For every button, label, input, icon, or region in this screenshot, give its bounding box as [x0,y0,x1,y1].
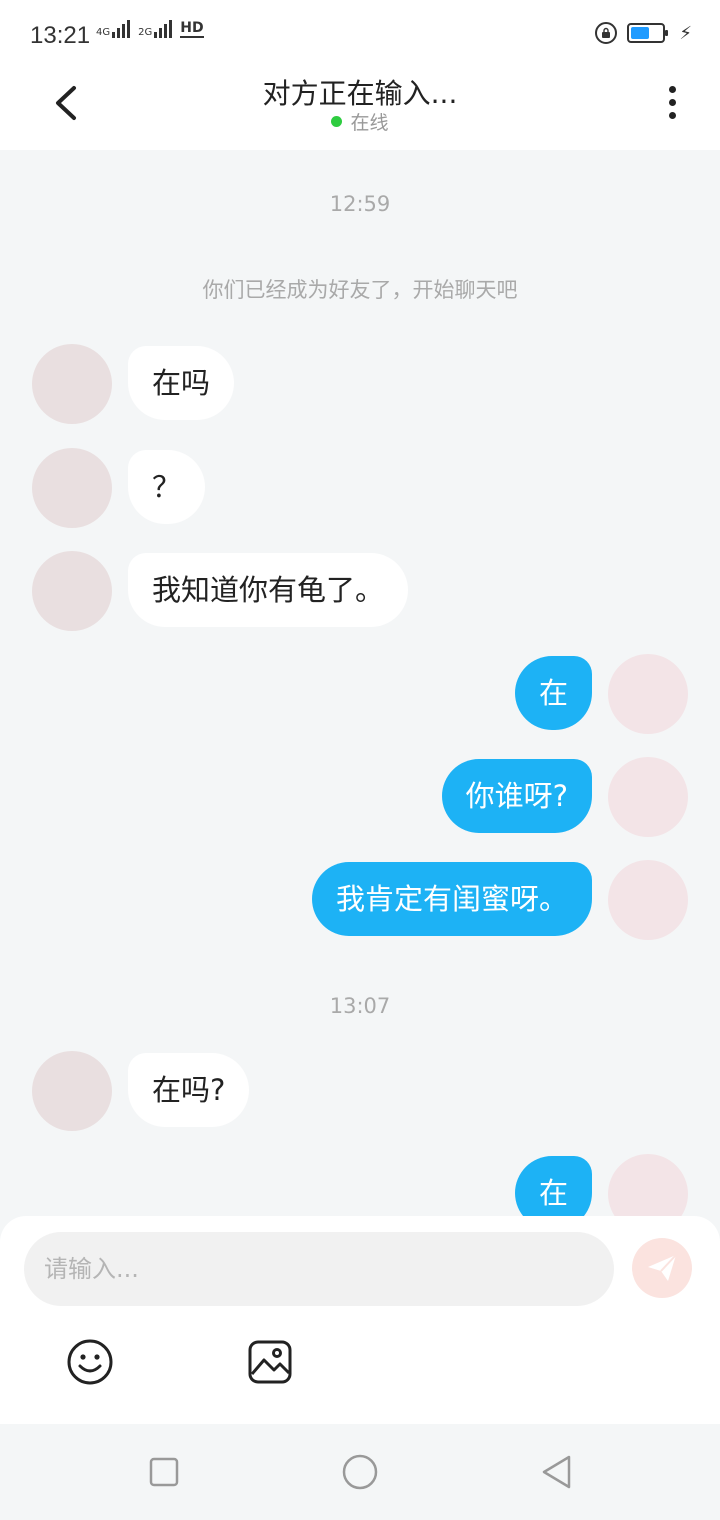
composer-panel: 请输入... [0,1216,720,1424]
square-icon [149,1457,179,1487]
chat-header: 对方正在输入... 在线 [0,64,720,150]
triangle-back-icon [542,1455,571,1489]
avatar[interactable] [32,1051,112,1131]
message-bubble[interactable]: 你谁呀? [441,759,592,833]
send-button[interactable] [632,1238,692,1298]
message-bubble[interactable]: ？ [128,450,206,524]
message-input[interactable]: 请输入... [24,1232,614,1306]
signal-2g: 2G [138,20,173,38]
smiley-icon [67,1339,113,1385]
avatar[interactable] [608,654,688,734]
avatar[interactable] [608,757,688,837]
avatar[interactable] [32,448,112,528]
message-row: ？ [0,444,720,528]
paper-plane-icon [648,1254,677,1281]
presence-label: 在线 [350,112,389,134]
circle-icon [342,1454,378,1490]
status-bar: 13:21 4G 2G HD ⚡ [0,0,720,64]
status-time: 13:21 [30,22,91,49]
message-row: 在 [0,1150,720,1218]
message-bubble[interactable]: 在吗 [128,346,235,420]
message-bubble[interactable]: 在 [514,656,592,730]
emoji-button[interactable] [66,1338,114,1386]
image-button[interactable] [246,1338,294,1386]
charging-icon: ⚡ [679,22,692,44]
avatar[interactable] [32,551,112,631]
image-icon [248,1340,292,1384]
message-row: 在 [0,650,720,734]
signal-bars-icon [154,20,173,38]
recent-apps-button[interactable] [144,1452,184,1492]
message-row: 在吗? [0,1047,720,1131]
message-row: 我知道你有龟了。 [0,547,720,631]
avatar[interactable] [608,1154,688,1218]
more-button[interactable] [652,82,692,122]
message-bubble[interactable]: 在 [514,1156,592,1218]
avatar[interactable] [608,860,688,940]
more-vertical-icon [668,85,676,93]
message-bubble[interactable]: 我知道你有龟了。 [128,553,409,627]
message-row: 我肯定有闺蜜呀。 [0,856,720,940]
chat-screen: 13:21 4G 2G HD ⚡ 对方正在输入... 在线 12:59 你们已经… [0,0,720,1520]
home-button[interactable] [340,1452,380,1492]
page-title: 对方正在输入... [262,77,458,110]
network-indicators: 4G 2G HD [96,20,204,38]
message-bubble[interactable]: 在吗? [128,1053,250,1127]
message-bubble[interactable]: 我肯定有闺蜜呀。 [311,862,592,936]
message-list[interactable]: 12:59 你们已经成为好友了，开始聊天吧 在吗 ？ 我知道你有龟了。 在 你谁… [0,150,720,1218]
rotation-lock-icon [595,22,618,44]
message-row: 你谁呀? [0,753,720,837]
signal-bars-icon [112,20,131,38]
online-dot-icon [331,116,343,127]
message-row: 在吗 [0,340,720,424]
hd-icon: HD [180,20,204,38]
nav-back-button[interactable] [536,1452,576,1492]
system-message: 你们已经成为好友了，开始聊天吧 [202,278,518,302]
timestamp: 12:59 [329,192,391,216]
battery-icon [627,23,669,43]
timestamp: 13:07 [329,994,391,1018]
avatar[interactable] [32,344,112,424]
signal-4g: 4G [96,20,131,38]
presence-status: 在线 [0,108,720,135]
system-nav-bar [0,1424,720,1520]
status-right: ⚡ [595,22,692,44]
